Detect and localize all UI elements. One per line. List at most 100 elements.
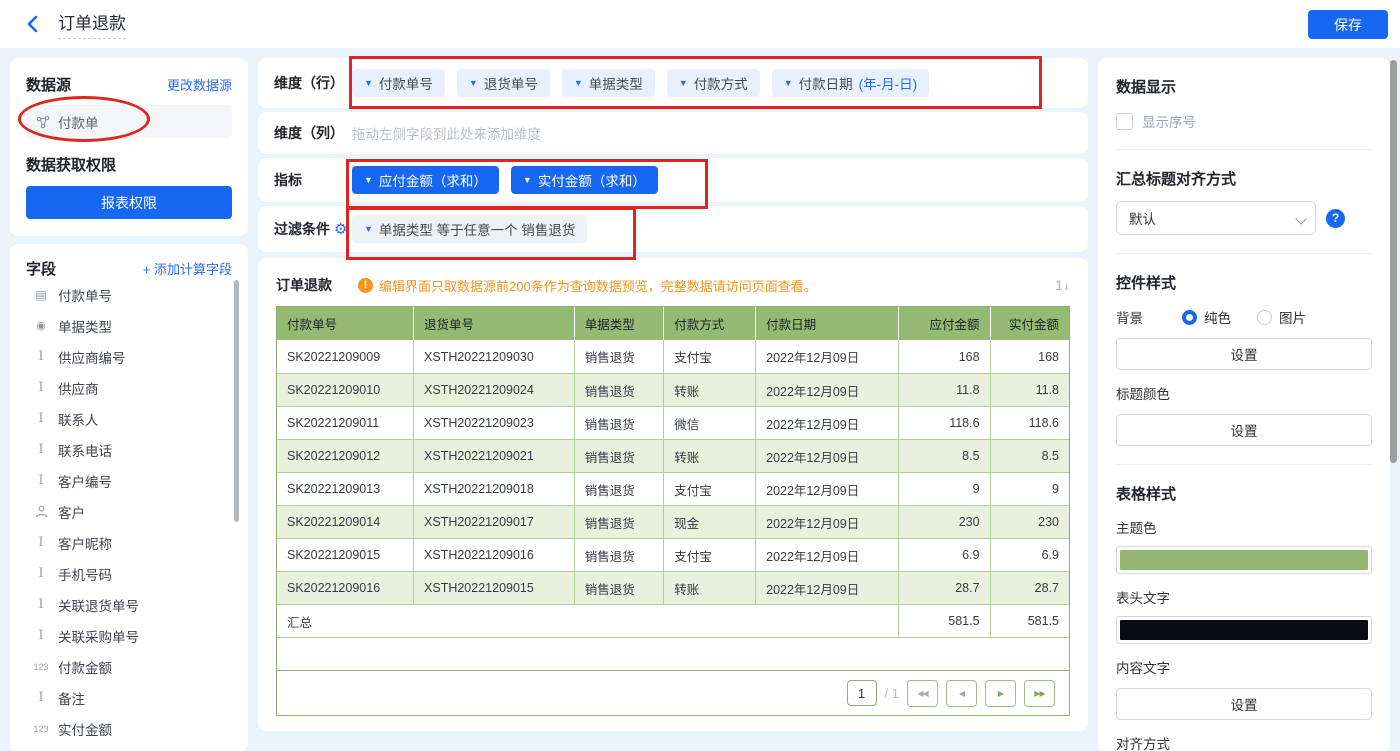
col-header[interactable]: 退货单号: [414, 307, 575, 340]
cell: SK20221209010: [277, 373, 414, 406]
header-text-swatch[interactable]: [1116, 616, 1372, 644]
page-input[interactable]: [847, 680, 877, 706]
chevron-down-icon: ▼: [574, 78, 583, 88]
col-header[interactable]: 付款方式: [664, 307, 756, 340]
chip-label: 付款单号: [379, 73, 433, 93]
field-item[interactable]: I联系人: [26, 403, 232, 434]
cell: 230: [899, 505, 990, 538]
filter-bar: 过滤条件⚙ ▼单据类型 等于任意一个 销售退货: [258, 206, 1088, 252]
fields-scrollbar[interactable]: [234, 280, 239, 522]
field-item[interactable]: I供应商: [26, 372, 232, 403]
cell: 8.5: [991, 439, 1069, 472]
chip-label: 付款日期: [799, 73, 853, 93]
dimension-chip-date[interactable]: ▼付款日期(年-月-日): [772, 69, 929, 97]
dimension-chip[interactable]: ▼退货单号: [457, 69, 550, 97]
field-item[interactable]: I手机号码: [26, 558, 232, 589]
cell: 9: [991, 472, 1069, 505]
cell: 6.9: [991, 538, 1069, 571]
bg-set-button[interactable]: 设置: [1116, 338, 1372, 370]
cell: 28.7: [899, 571, 990, 604]
divider: [1116, 464, 1372, 465]
field-item[interactable]: I供应商编号: [26, 341, 232, 372]
cell: SK20221209013: [277, 472, 414, 505]
table-row: SK20221209009XSTH20221209030销售退货支付宝2022年…: [277, 340, 1069, 373]
metric-chip[interactable]: ▼应付金额（求和）: [352, 166, 499, 194]
filter-chip[interactable]: ▼单据类型 等于任意一个 销售退货: [352, 215, 587, 243]
cell: 9: [899, 472, 990, 505]
dimension-chip[interactable]: ▼单据类型: [562, 69, 655, 97]
field-item[interactable]: I联系电话: [26, 434, 232, 465]
field-label: 客户编号: [58, 471, 112, 491]
last-page-button[interactable]: ▶▶: [1024, 680, 1055, 707]
document-field-icon: ▤: [32, 288, 50, 302]
show-index-checkbox[interactable]: [1116, 113, 1133, 130]
cell: 销售退货: [575, 340, 664, 373]
col-header[interactable]: 付款日期: [756, 307, 899, 340]
col-header[interactable]: 单据类型: [575, 307, 664, 340]
summary-value: 581.5: [899, 604, 990, 637]
cell: 转账: [664, 373, 756, 406]
col-dimensions-bar[interactable]: 维度（列） 拖动左侧字段到此处来添加维度: [258, 112, 1088, 154]
dimension-chip[interactable]: ▼付款方式: [667, 69, 760, 97]
back-button[interactable]: [26, 15, 40, 33]
change-datasource-link[interactable]: 更改数据源: [167, 75, 232, 94]
content-text-set-button[interactable]: 设置: [1116, 688, 1372, 720]
filter-label: 过滤条件: [274, 219, 330, 239]
field-item[interactable]: ▤付款单号: [26, 279, 232, 310]
next-page-button[interactable]: ▶: [985, 680, 1016, 707]
sort-order-icon[interactable]: 1↓: [1055, 277, 1070, 293]
summary-align-title: 汇总标题对齐方式: [1116, 168, 1372, 189]
theme-color-swatch[interactable]: [1116, 546, 1372, 574]
cell: 118.6: [991, 406, 1069, 439]
cell: XSTH20221209016: [414, 538, 575, 571]
prev-page-button[interactable]: ◀: [946, 680, 977, 707]
report-permission-button[interactable]: 报表权限: [26, 186, 232, 219]
field-item[interactable]: I客户编号: [26, 465, 232, 496]
panel-scrollbar[interactable]: [1390, 60, 1397, 463]
top-bar: 订单退款 保存: [0, 0, 1400, 49]
field-item[interactable]: I关联退货单号: [26, 589, 232, 620]
col-header[interactable]: 付款单号: [277, 307, 414, 340]
theme-color-label: 主题色: [1116, 517, 1372, 537]
gear-icon[interactable]: ⚙: [334, 220, 347, 238]
metric-chip[interactable]: ▼实付金额（求和）: [511, 166, 658, 194]
table-row: SK20221209015XSTH20221209016销售退货支付宝2022年…: [277, 538, 1069, 571]
field-item[interactable]: 123实付金额: [26, 713, 232, 744]
datasource-card: 数据源 更改数据源 付款单 数据获取权限 报表权限: [10, 58, 248, 236]
field-item[interactable]: I备注: [26, 682, 232, 713]
metrics-label: 指标: [274, 170, 352, 190]
warning-icon: !: [358, 278, 373, 293]
cell: XSTH20221209024: [414, 373, 575, 406]
col-dimensions-placeholder: 拖动左侧字段到此处来添加维度: [352, 123, 541, 143]
summary-align-select[interactable]: 默认: [1116, 201, 1316, 235]
col-header[interactable]: 实付金额: [991, 307, 1069, 340]
first-page-button[interactable]: ◀◀: [907, 680, 938, 707]
add-calc-field-link[interactable]: + 添加计算字段: [143, 259, 232, 278]
field-label: 付款金额: [58, 657, 112, 677]
cell: 118.6: [899, 406, 990, 439]
cell: 销售退货: [575, 406, 664, 439]
divider: [1116, 149, 1372, 150]
text-field-icon: I: [32, 690, 50, 705]
cell: 11.8: [991, 373, 1069, 406]
help-icon[interactable]: ?: [1326, 209, 1345, 228]
chevron-down-icon: ▼: [523, 175, 532, 185]
bg-image-option[interactable]: 图片: [1257, 307, 1306, 327]
page-title[interactable]: 订单退款: [58, 9, 126, 39]
field-item[interactable]: I客户昵称: [26, 527, 232, 558]
field-item[interactable]: ◉单据类型: [26, 310, 232, 341]
field-item[interactable]: I关联采购单号: [26, 620, 232, 651]
field-item[interactable]: 123付款金额: [26, 651, 232, 682]
col-header[interactable]: 应付金额: [899, 307, 990, 340]
page-total: / 1: [885, 686, 899, 701]
title-color-set-button[interactable]: 设置: [1116, 414, 1372, 446]
metrics-bar: 指标 ▼应付金额（求和） ▼实付金额（求和）: [258, 158, 1088, 202]
pagination-bar: / 1 ◀◀ ◀ ▶ ▶▶: [277, 670, 1069, 715]
bg-solid-option[interactable]: 纯色: [1182, 307, 1231, 327]
summary-value: 581.5: [991, 604, 1069, 637]
datasource-item[interactable]: 付款单: [26, 105, 232, 138]
cell: 销售退货: [575, 472, 664, 505]
save-button[interactable]: 保存: [1308, 10, 1388, 39]
field-item[interactable]: 客户: [26, 496, 232, 527]
dimension-chip[interactable]: ▼付款单号: [352, 69, 445, 97]
